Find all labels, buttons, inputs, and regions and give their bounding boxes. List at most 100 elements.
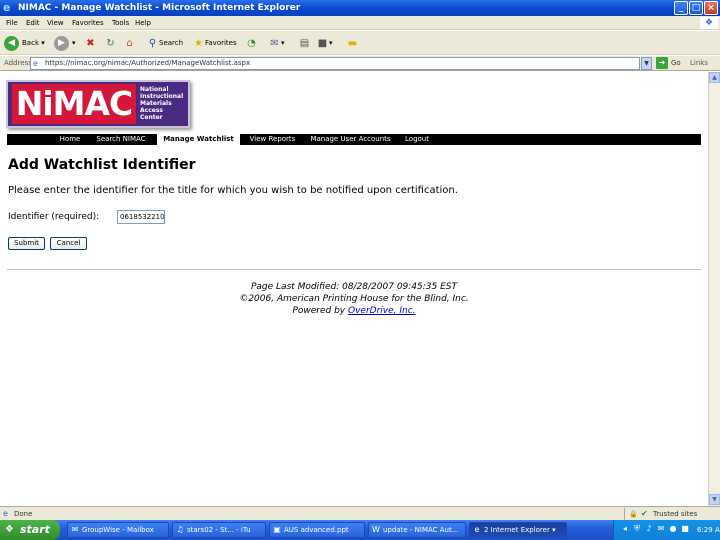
menu-help[interactable]: Help <box>135 17 151 29</box>
taskbar-item-word[interactable]: Wupdate - NIMAC Aut... <box>368 522 466 538</box>
tray-volume-icon[interactable]: ♪ <box>644 524 654 534</box>
groupwise-icon: ✉ <box>71 525 79 534</box>
lock-icon: 🔒 <box>629 510 638 518</box>
status-bar: e Done 🔒 ✔ Trusted sites <box>0 506 720 520</box>
system-tray: ◂ ⛨ ♪ ✉ ● ■ 6:29 AM <box>613 520 720 540</box>
identifier-label: Identifier (required): <box>8 212 100 222</box>
history-button[interactable]: ◔ <box>245 34 258 52</box>
mail-button[interactable]: ✉ ▾ <box>268 34 284 52</box>
nav-search-nimac[interactable]: Search NIMAC <box>91 134 151 145</box>
stop-button[interactable]: ✖ <box>84 34 97 52</box>
overdrive-link[interactable]: OverDrive, Inc. <box>348 306 416 316</box>
stop-icon: ✖ <box>86 37 95 49</box>
windows-logo-icon: ❖ <box>700 17 718 29</box>
search-label: Search <box>159 39 184 47</box>
menu-tools[interactable]: Tools <box>112 17 129 29</box>
taskbar-item-internet-explorer[interactable]: e2 Internet Explorer ▾ <box>469 522 567 538</box>
scroll-down-icon[interactable]: ▼ <box>709 494 720 505</box>
menu-file[interactable]: File <box>6 17 18 29</box>
submit-button[interactable]: Submit <box>8 237 45 250</box>
nav-logout[interactable]: Logout <box>401 134 433 145</box>
start-label: start <box>20 523 50 536</box>
address-label: Address <box>4 59 32 67</box>
address-url: https://nimac.org/nimac/Authorized/Manag… <box>45 59 251 67</box>
instructions-text: Please enter the identifier for the titl… <box>8 185 458 196</box>
taskbar-item-itunes[interactable]: ♫ stars02 - St... - iTu <box>172 522 266 538</box>
go-button[interactable]: Go <box>671 58 681 69</box>
history-icon: ◔ <box>247 37 256 49</box>
logo-subtitle-line: Materials <box>140 100 172 107</box>
taskbar: ❖ start ✉ GroupWise - Mailbox ♫ stars02 - S… <box>0 520 720 540</box>
taskbar-item-powerpoint[interactable]: ▣ AUS advanced.ppt <box>269 522 365 538</box>
home-button[interactable]: ⌂ <box>123 34 136 52</box>
refresh-button[interactable]: ↻ <box>104 34 117 52</box>
taskbar-item-label: update - NIMAC Aut... <box>383 526 459 534</box>
address-dropdown-icon[interactable]: ▼ <box>641 57 652 70</box>
nav-manage-watchlist[interactable]: Manage Watchlist <box>157 134 240 145</box>
browser-window: e NIMAC - Manage Watchlist - Microsoft I… <box>0 0 720 540</box>
back-arrow-icon: ◀ <box>4 35 19 51</box>
forward-button[interactable]: ▶ ▾ <box>54 34 76 52</box>
back-label: Back <box>22 39 39 47</box>
print-icon: ▤ <box>299 37 310 49</box>
cancel-button[interactable]: Cancel <box>50 237 87 250</box>
page-icon: e <box>3 509 8 518</box>
search-button[interactable]: ⚲ Search <box>146 34 183 52</box>
favorites-label: Favorites <box>205 39 237 47</box>
print-button[interactable]: ▤ <box>298 34 311 52</box>
internet-explorer-icon: e <box>3 1 11 14</box>
mail-icon: ✉ <box>270 37 279 49</box>
trusted-sites-icon: ✔ <box>641 509 648 518</box>
divider <box>7 269 701 270</box>
nav-manage-user-accounts[interactable]: Manage User Accounts <box>308 134 393 145</box>
maximize-button[interactable]: □ <box>689 1 703 15</box>
tray-network-icon[interactable]: ◂ <box>620 524 630 534</box>
logo-subtitle-line: Instructional <box>140 93 184 100</box>
nav-view-reports[interactable]: View Reports <box>245 134 300 145</box>
address-input[interactable]: e https://nimac.org/nimac/Authorized/Man… <box>30 57 640 70</box>
go-arrow-icon[interactable]: ➜ <box>656 57 668 69</box>
logo-text: NiMAC <box>12 84 136 124</box>
close-button[interactable]: × <box>704 1 718 15</box>
zone-label: Trusted sites <box>653 510 698 518</box>
folder-button[interactable]: ▬ <box>346 34 359 52</box>
tray-mail-icon[interactable]: ✉ <box>656 524 666 534</box>
clock[interactable]: 6:29 AM <box>697 520 720 540</box>
logo-subtitle-line: Center <box>140 114 163 121</box>
links-button[interactable]: Links <box>690 58 708 69</box>
start-button[interactable]: ❖ start <box>0 520 60 540</box>
status-text: Done <box>14 510 33 518</box>
edit-button[interactable]: ■ ▾ <box>316 34 333 52</box>
minimize-button[interactable]: _ <box>674 1 688 15</box>
logo-subtitle-line: National <box>140 86 169 93</box>
menu-bar: File Edit View Favorites Tools Help ❖ <box>0 16 720 30</box>
nav-home[interactable]: Home <box>55 134 85 145</box>
page-content: NiMAC National Instructional Materials A… <box>0 72 708 506</box>
menu-favorites[interactable]: Favorites <box>72 17 104 29</box>
tray-app-icon[interactable]: ■ <box>680 524 690 534</box>
refresh-icon: ↻ <box>106 37 115 49</box>
menu-edit[interactable]: Edit <box>26 17 40 29</box>
scroll-up-icon[interactable]: ▲ <box>709 72 720 83</box>
star-icon: ★ <box>194 37 203 49</box>
nimac-logo[interactable]: NiMAC National Instructional Materials A… <box>6 80 190 128</box>
vertical-scrollbar[interactable]: ▲ ▼ <box>708 72 720 506</box>
copyright-text: ©2006, American Printing House for the B… <box>239 294 469 304</box>
taskbar-item-label: AUS advanced.ppt <box>284 526 349 534</box>
menu-view[interactable]: View <box>47 17 64 29</box>
forward-arrow-icon: ▶ <box>54 35 69 51</box>
main-nav: Home Search NIMAC Manage Watchlist View … <box>7 134 701 145</box>
powered-by-prefix: Powered by <box>292 306 348 316</box>
page-title: Add Watchlist Identifier <box>8 157 196 173</box>
page-icon: e <box>33 59 38 68</box>
powerpoint-icon: ▣ <box>273 525 281 534</box>
favorites-button[interactable]: ★ Favorites <box>192 34 237 52</box>
window-title: NIMAC - Manage Watchlist - Microsoft Int… <box>18 3 301 13</box>
taskbar-item-groupwise[interactable]: ✉ GroupWise - Mailbox <box>67 522 169 538</box>
identifier-input[interactable] <box>117 210 165 224</box>
back-button[interactable]: ◀ Back ▾ <box>4 34 45 52</box>
tray-antivirus-icon[interactable]: ● <box>668 524 678 534</box>
tray-security-icon[interactable]: ⛨ <box>632 524 642 534</box>
search-icon: ⚲ <box>148 37 157 49</box>
last-modified-text: Page Last Modified: 08/28/2007 09:45:35 … <box>250 282 457 292</box>
